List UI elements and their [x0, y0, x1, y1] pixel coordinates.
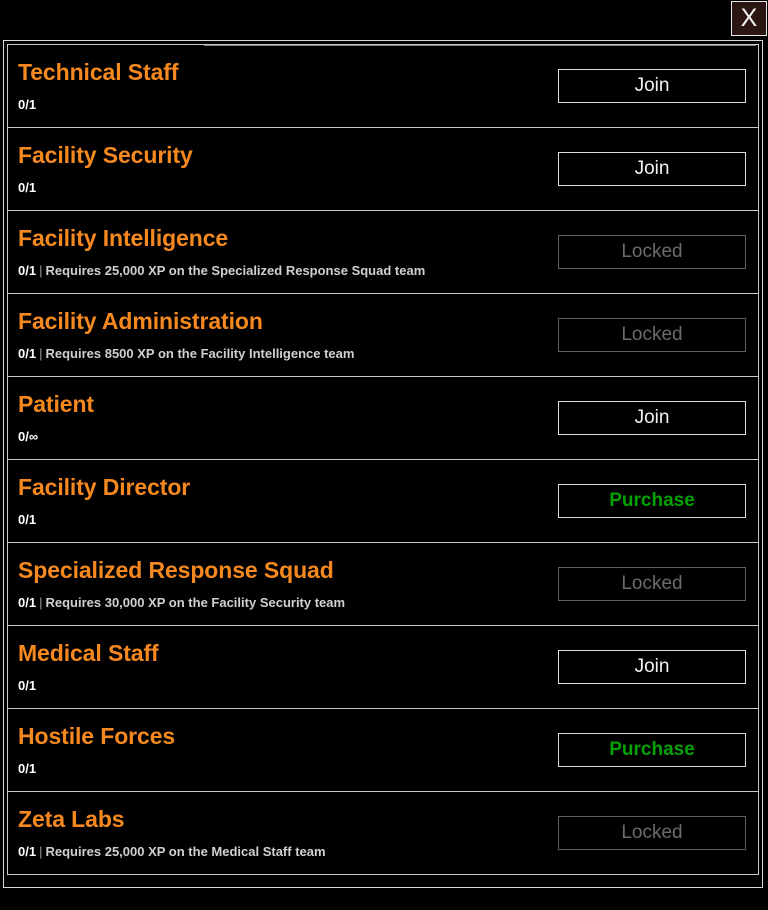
team-member-count: 0/∞	[18, 429, 39, 444]
team-meta: 0/1	[18, 97, 36, 112]
team-action-button[interactable]: Join	[558, 401, 746, 435]
team-row-content: Zeta Labs 0/1 | Requires 25,000 XP on the M…	[8, 792, 758, 874]
team-meta: 0/1	[18, 761, 36, 776]
team-action-button: Locked	[558, 816, 746, 850]
team-requirement: Requires 8500 XP on the Facility Intelli…	[45, 346, 355, 361]
team-meta: 0/1 | Requires 8500 XP on the Facility Int…	[18, 346, 354, 361]
team-member-count: 0/1	[18, 678, 37, 693]
team-row-content: Hostile Forces 0/1 Purchase	[8, 709, 758, 791]
team-name: Patient	[18, 391, 94, 417]
row-divider	[204, 45, 756, 46]
team-action-button: Locked	[558, 235, 746, 269]
team-action-button: Locked	[558, 318, 746, 352]
team-action-button: Locked	[558, 567, 746, 601]
team-row[interactable]: Zeta Labs 0/1 | Requires 25,000 XP on the M…	[7, 791, 759, 875]
team-meta: 0/∞	[18, 429, 38, 444]
team-row-content: Patient 0/∞ Join	[8, 377, 758, 459]
team-action-button[interactable]: Join	[558, 69, 746, 103]
team-row-content: Facility Administration 0/1 | Requires 8500…	[8, 294, 758, 376]
team-row-content: Facility Intelligence 0/1 | Requires 25,000…	[8, 211, 758, 293]
teams-panel: Technical Staff 0/1 Join Facility Security 0…	[3, 40, 763, 888]
team-action-button[interactable]: Join	[558, 152, 746, 186]
team-member-count: 0/1	[18, 761, 37, 776]
team-name: Facility Security	[18, 142, 193, 168]
team-row-content: Facility Security 0/1 Join	[8, 128, 758, 210]
team-member-count: 0/1	[18, 180, 37, 195]
team-action-button[interactable]: Join	[558, 650, 746, 684]
team-row-content: Facility Director 0/1 Purchase	[8, 460, 758, 542]
team-member-count: 0/1	[18, 595, 37, 610]
team-requirement: Requires 30,000 XP on the Facility Secur…	[45, 595, 346, 610]
team-name: Hostile Forces	[18, 723, 176, 749]
team-row[interactable]: Facility Director 0/1 Purchase	[7, 459, 759, 543]
team-row[interactable]: Facility Intelligence 0/1 | Requires 25,000…	[7, 210, 759, 294]
team-row[interactable]: Technical Staff 0/1 Join	[7, 44, 759, 128]
team-row[interactable]: Hostile Forces 0/1 Purchase	[7, 708, 759, 792]
team-member-count: 0/1	[18, 512, 37, 527]
team-name: Zeta Labs	[18, 806, 125, 832]
team-meta: 0/1	[18, 512, 36, 527]
team-row[interactable]: Facility Security 0/1 Join	[7, 127, 759, 211]
team-action-button[interactable]: Purchase	[558, 733, 746, 767]
header-bar: X	[0, 0, 768, 38]
team-member-count: 0/1	[18, 263, 37, 278]
team-meta: 0/1 | Requires 30,000 XP on the Facility S…	[18, 595, 345, 610]
team-name: Specialized Response Squad	[18, 557, 334, 583]
team-name: Facility Intelligence	[18, 225, 229, 251]
team-requirement: Requires 25,000 XP on the Medical Staff …	[45, 844, 326, 859]
team-requirement: Requires 25,000 XP on the Specialized Re…	[45, 263, 426, 278]
team-name: Facility Director	[18, 474, 191, 500]
team-row[interactable]: Specialized Response Squad 0/1 | Requires 3…	[7, 542, 759, 626]
team-row[interactable]: Facility Administration 0/1 | Requires 8500…	[7, 293, 759, 377]
team-name: Facility Administration	[18, 308, 263, 334]
close-icon: X	[740, 4, 758, 32]
team-member-count: 0/1	[18, 346, 37, 361]
team-member-count: 0/1	[18, 97, 37, 112]
team-name: Medical Staff	[18, 640, 159, 666]
close-button[interactable]: X	[731, 1, 767, 36]
team-list: Technical Staff 0/1 Join Facility Security 0…	[7, 44, 759, 875]
team-action-button[interactable]: Purchase	[558, 484, 746, 518]
team-meta: 0/1	[18, 678, 36, 693]
team-meta: 0/1 | Requires 25,000 XP on the Specialize…	[18, 263, 425, 278]
team-row-content: Medical Staff 0/1 Join	[8, 626, 758, 708]
team-meta: 0/1 | Requires 25,000 XP on the Medical St…	[18, 844, 326, 859]
team-row-content: Technical Staff 0/1 Join	[8, 45, 758, 127]
team-member-count: 0/1	[18, 844, 37, 859]
team-name: Technical Staff	[18, 59, 179, 85]
team-meta: 0/1	[18, 180, 36, 195]
team-row[interactable]: Medical Staff 0/1 Join	[7, 625, 759, 709]
team-row[interactable]: Patient 0/∞ Join	[7, 376, 759, 460]
team-row-content: Specialized Response Squad 0/1 | Requires 3…	[8, 543, 758, 625]
team-selection-screen: X Technical Staff 0/1 Join Facility Securit…	[0, 0, 768, 910]
